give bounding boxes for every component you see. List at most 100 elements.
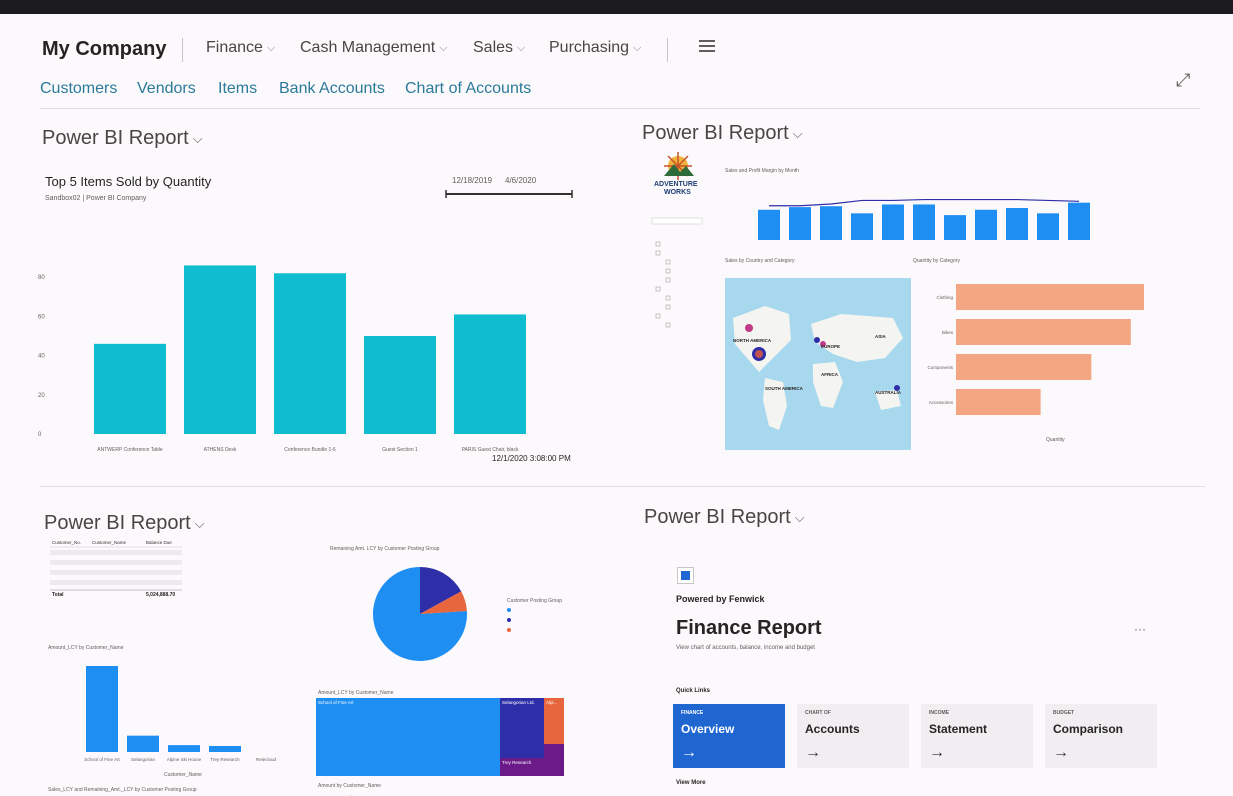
chevron-down-icon: ⌵ bbox=[266, 41, 276, 54]
map-label: ASIA bbox=[875, 334, 887, 339]
x-tick-label: PARIS Guest Chair, black bbox=[462, 447, 519, 453]
bar bbox=[1037, 213, 1059, 240]
posting-group-pie[interactable] bbox=[366, 566, 476, 666]
bar bbox=[168, 745, 200, 752]
pie-title: Remaining Amt. LCY by Customer Posting G… bbox=[330, 546, 440, 552]
tile-label: Overview bbox=[681, 722, 735, 736]
table-header: Customer_Name bbox=[92, 540, 127, 545]
more-options-icon[interactable]: ··· bbox=[1134, 622, 1146, 636]
table-header: Customer_No. bbox=[52, 540, 81, 545]
map-label: NORTH AMERICA bbox=[733, 338, 772, 343]
subnav-vendors[interactable]: Vendors bbox=[137, 80, 196, 98]
map-label: AFRICA bbox=[821, 372, 839, 377]
tile-caption: INCOME bbox=[929, 710, 949, 716]
map-label: EUROPE bbox=[821, 344, 840, 349]
pie-legend bbox=[507, 608, 511, 632]
x-tick-label: School of Fine Art bbox=[84, 757, 120, 762]
part-title-label: Power BI Report bbox=[642, 122, 789, 144]
slicer-panel[interactable] bbox=[650, 204, 712, 334]
table-header: Balance Due bbox=[146, 540, 172, 545]
sales-chart-title: Sales and Profit Margin by Month bbox=[725, 168, 799, 174]
subnav-chart-of-accounts[interactable]: Chart of Accounts bbox=[405, 80, 531, 98]
arrow-right-icon: → bbox=[681, 744, 697, 761]
tile-finance-overview[interactable]: FINANCE Overview → bbox=[673, 704, 785, 768]
map-label: SOUTH AMERICA bbox=[765, 386, 804, 391]
y-tick-label: 0 bbox=[38, 432, 42, 438]
chart-title: Top 5 Items Sold by Quantity bbox=[45, 174, 212, 189]
arrow-right-icon: → bbox=[929, 744, 945, 761]
bar bbox=[274, 273, 346, 434]
map-label: AUSTRALIA bbox=[875, 390, 902, 395]
treemap-label: School of Fine Art bbox=[318, 700, 354, 705]
nav-divider bbox=[182, 38, 183, 62]
chevron-down-icon: ⌵ bbox=[633, 41, 642, 54]
chevron-down-icon: ⌵ bbox=[794, 509, 805, 525]
bar bbox=[86, 666, 118, 752]
logo-text: WORKS bbox=[664, 189, 691, 196]
part-title-top-left[interactable]: Power BI Report ⌵ bbox=[42, 127, 203, 150]
part-title-bottom-left[interactable]: Power BI Report ⌵ bbox=[44, 512, 205, 535]
treemap-label: Selangorian Ltd. bbox=[502, 700, 535, 705]
bar bbox=[184, 265, 256, 434]
map-title: Sales by Country and Category bbox=[725, 258, 795, 264]
part-title-label: Power BI Report bbox=[44, 512, 191, 534]
divider bbox=[40, 486, 1205, 487]
arrow-right-icon: → bbox=[805, 744, 821, 761]
x-tick-label: Relecloud bbox=[256, 757, 277, 762]
divider bbox=[40, 108, 1200, 109]
tile-chart-of-accounts[interactable]: CHART OF Accounts → bbox=[797, 704, 909, 768]
subnav-customers[interactable]: Customers bbox=[40, 80, 117, 98]
customer-balance-table[interactable]: Customer_No. Customer_Name Balance Due T… bbox=[50, 536, 190, 598]
menu-purchasing[interactable]: Purchasing ⌵ bbox=[549, 39, 641, 57]
y-tick-label: 40 bbox=[38, 354, 45, 360]
tile-caption: BUDGET bbox=[1053, 710, 1075, 716]
bar bbox=[1068, 202, 1090, 240]
axis-label: Quantity bbox=[1046, 437, 1065, 443]
part-title-label: Power BI Report bbox=[42, 127, 189, 149]
top-navigation: My Company Finance ⌵ Cash Management ⌵ Sal… bbox=[0, 14, 1233, 74]
fenwick-logo bbox=[677, 567, 694, 584]
bar bbox=[882, 204, 904, 240]
company-name[interactable]: My Company bbox=[42, 38, 166, 61]
bar bbox=[851, 213, 873, 240]
y-tick-label: 20 bbox=[38, 393, 45, 399]
x-tick-label: Guest Section 1 bbox=[382, 447, 418, 453]
nav-divider bbox=[667, 38, 668, 62]
amount-treemap[interactable]: School of Fine Art Selangorian Ltd. Alpi… bbox=[316, 696, 566, 776]
category-label: Bikes bbox=[942, 330, 954, 335]
subnav-bank-accounts[interactable]: Bank Accounts bbox=[279, 80, 385, 98]
category-label: Clothing bbox=[936, 295, 953, 300]
quantity-by-category-chart: Clothing Bikes Components Accessories bbox=[927, 284, 1144, 415]
bar-chart-xlabel: Customer_Name bbox=[164, 772, 202, 778]
x-tick-label: ATHENS Desk bbox=[204, 447, 237, 453]
bar bbox=[758, 209, 780, 240]
category-label: Accessories bbox=[929, 400, 954, 405]
report-timestamp: 12/1/2020 3:08:00 PM bbox=[492, 454, 571, 463]
tile-label: Comparison bbox=[1053, 722, 1124, 736]
x-tick-label: Selangorian bbox=[131, 757, 156, 762]
tile-income-statement[interactable]: INCOME Statement → bbox=[921, 704, 1033, 768]
adventure-works-logo bbox=[664, 152, 694, 180]
menu-finance[interactable]: Finance ⌵ bbox=[206, 39, 275, 57]
world-map[interactable]: NORTH AMERICA EUROPE ASIA AFRICA SOUTH A… bbox=[725, 278, 911, 450]
hamburger-menu-icon[interactable] bbox=[699, 40, 715, 52]
menu-cash-management[interactable]: Cash Management ⌵ bbox=[300, 39, 448, 57]
subnav-items[interactable]: Items bbox=[218, 80, 257, 98]
chart-subtitle: Sandbox02 | Power BI Company bbox=[45, 195, 147, 202]
part-title-bottom-right[interactable]: Power BI Report ⌵ bbox=[644, 506, 805, 529]
menu-sales[interactable]: Sales ⌵ bbox=[473, 39, 525, 57]
amount-line-chart bbox=[350, 795, 352, 796]
treemap-label: Trey Research bbox=[502, 760, 532, 765]
quick-links-label: Quick Links bbox=[676, 688, 711, 694]
view-more-link[interactable]: View More bbox=[676, 780, 706, 786]
expand-icon[interactable]: ⤢ bbox=[1176, 70, 1190, 91]
tile-label: Statement bbox=[929, 722, 988, 736]
top5-bar-chart: 0 20 40 60 80 ANTWERP Conference Table ATHENS … bbox=[38, 265, 526, 453]
date-slider[interactable] bbox=[440, 188, 580, 200]
pie-legend-title: Customer Posting Group bbox=[507, 598, 563, 604]
bar bbox=[956, 319, 1131, 345]
part-title-top-right[interactable]: Power BI Report ⌵ bbox=[642, 122, 803, 145]
bar bbox=[820, 206, 842, 240]
tile-budget-comparison[interactable]: BUDGET Comparison → bbox=[1045, 704, 1157, 768]
x-tick-label: Conference Bundle 1-6 bbox=[284, 447, 336, 453]
